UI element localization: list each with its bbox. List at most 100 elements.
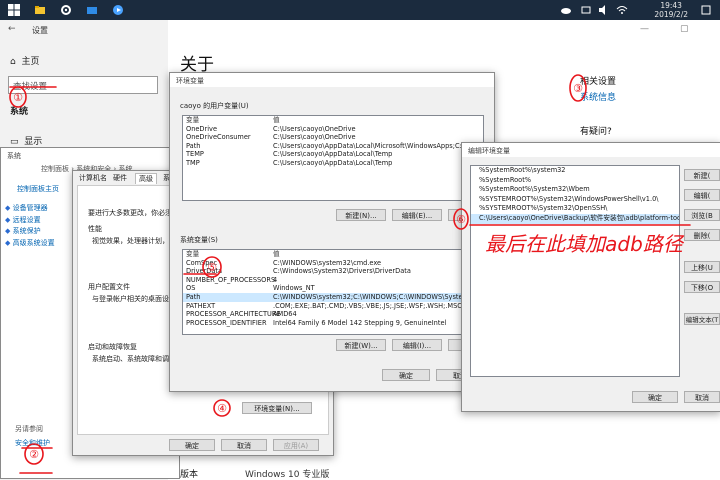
list-item[interactable]: %SYSTEMROOT%\System32\WindowsPowerShell\… bbox=[471, 195, 679, 205]
list-item[interactable]: %SYSTEMROOT%\System32\OpenSSH\ bbox=[471, 204, 679, 214]
table-row[interactable]: PATHEXT .COM;.EXE;.BAT;.CMD;.VBS;.VBE;.JS… bbox=[183, 302, 483, 311]
tab-advanced[interactable]: 高级 bbox=[135, 173, 157, 184]
network-icon[interactable] bbox=[580, 4, 592, 16]
profile-title: 用户配置文件 bbox=[88, 283, 130, 291]
edit-delete-button[interactable]: 删除( bbox=[684, 229, 720, 241]
table-row[interactable]: OS Windows_NT bbox=[183, 284, 483, 293]
env-ok-button[interactable]: 确定 bbox=[382, 369, 430, 381]
edit-new-button[interactable]: 新建( bbox=[684, 169, 720, 181]
clock[interactable]: 19:43 2019/2/2 bbox=[654, 1, 688, 19]
minimize-button[interactable]: — bbox=[640, 24, 649, 34]
table-row[interactable]: NUMBER_OF_PROCESSORS 4 bbox=[183, 276, 483, 285]
environment-variables-dialog: 环境变量 caoyo 的用户变量(U) 变量值 OneDrive C:\Users… bbox=[169, 72, 495, 392]
volume-icon[interactable] bbox=[598, 4, 610, 16]
table-row[interactable]: DriverData C:\Windows\System32\Drivers\Dr… bbox=[183, 267, 483, 276]
edit-edit-button[interactable]: 编辑( bbox=[684, 189, 720, 201]
system-links: ◆ 设备管理器 ◆ 远程设置 ◆ 系统保护 ◆ 高级系统设置 bbox=[5, 203, 55, 249]
system-new-button[interactable]: 新建(W)... bbox=[336, 339, 386, 351]
path-entries-list[interactable]: %SystemRoot%\system32 %SystemRoot% %Syst… bbox=[470, 165, 680, 377]
link-label: 设备管理器 bbox=[12, 204, 48, 212]
edition-label: 版本 bbox=[180, 470, 199, 480]
table-row[interactable]: TEMP C:\Users\caoyo\AppData\Local\Temp bbox=[183, 150, 483, 159]
sidebar-item-display[interactable]: ▭ 显示 bbox=[10, 134, 42, 147]
system-variables-list[interactable]: 变量 值 ComSpec C:\WINDOWS\system32\cmd.exe D… bbox=[182, 249, 484, 335]
monitor-icon: ▭ bbox=[10, 137, 19, 147]
list-item[interactable]: %SystemRoot%\system32 bbox=[471, 166, 679, 176]
move-down-button[interactable]: 下移(O bbox=[684, 281, 720, 293]
control-panel-home-link[interactable]: 控制面板主页 bbox=[17, 184, 59, 194]
table-row[interactable]: ComSpec C:\WINDOWS\system32\cmd.exe bbox=[183, 259, 483, 268]
settings-home[interactable]: ⌂ 主页 bbox=[10, 54, 39, 67]
link-label: 系统保护 bbox=[12, 227, 41, 235]
tab-hardware[interactable]: 硬件 bbox=[113, 173, 127, 183]
var-value: AMD64 bbox=[273, 310, 297, 319]
var-name: TMP bbox=[186, 158, 200, 167]
cloud-icon[interactable] bbox=[560, 4, 572, 16]
var-value: C:\WINDOWS\system32\cmd.exe bbox=[273, 258, 382, 267]
system-protection-link[interactable]: ◆ 系统保护 bbox=[5, 226, 55, 238]
home-label: 主页 bbox=[21, 57, 40, 67]
system-window-title: 系统 bbox=[7, 152, 21, 160]
tab-computer-name[interactable]: 计算机名 bbox=[79, 173, 107, 183]
ok-button[interactable]: 确定 bbox=[169, 439, 215, 451]
taskbar: 19:43 2019/2/2 bbox=[0, 0, 720, 20]
move-up-button[interactable]: 上移(U bbox=[684, 261, 720, 273]
var-value: C:\Users\caoyo\AppData\Local\Temp bbox=[273, 150, 393, 159]
system-edit-button[interactable]: 编辑(I)... bbox=[392, 339, 442, 351]
table-row[interactable]: OneDrive C:\Users\caoyo\OneDrive bbox=[183, 125, 483, 134]
shield-icon: ◆ bbox=[5, 204, 11, 212]
clock-time: 19:43 bbox=[660, 1, 682, 10]
back-arrow-icon[interactable]: ← bbox=[8, 24, 16, 34]
edit-ok-button[interactable]: 确定 bbox=[632, 391, 678, 403]
category-label: 系统 bbox=[10, 107, 29, 117]
var-value: C:\Users\caoyo\OneDrive bbox=[273, 124, 356, 133]
search-input[interactable]: 查找设置 bbox=[8, 76, 158, 94]
table-row[interactable]: OneDriveConsumer C:\Users\caoyo\OneDrive bbox=[183, 133, 483, 142]
remote-settings-link[interactable]: ◆ 远程设置 bbox=[5, 215, 55, 227]
startup-title: 启动和故障恢复 bbox=[88, 343, 137, 351]
wifi-icon[interactable] bbox=[616, 4, 628, 16]
var-name: PATHEXT bbox=[186, 301, 216, 310]
mail-icon[interactable] bbox=[86, 4, 98, 16]
col-value: 值 bbox=[273, 116, 280, 124]
col-variable: 变量 bbox=[186, 116, 200, 124]
var-value: Windows_NT bbox=[273, 284, 315, 293]
user-new-button[interactable]: 新建(N)... bbox=[336, 209, 386, 221]
advanced-system-settings-link[interactable]: ◆ 高级系统设置 bbox=[5, 238, 55, 250]
col-variable: 变量 bbox=[186, 250, 200, 258]
file-explorer-icon[interactable] bbox=[34, 4, 46, 16]
user-edit-button[interactable]: 编辑(E)... bbox=[392, 209, 442, 221]
security-maintenance-link[interactable]: 安全和维护 bbox=[15, 438, 50, 448]
edition-value: Windows 10 专业版 bbox=[245, 470, 330, 480]
user-variables-list[interactable]: 变量 值 OneDrive C:\Users\caoyo\OneDrive OneD… bbox=[182, 115, 484, 201]
gear-icon[interactable] bbox=[60, 4, 72, 16]
maximize-button[interactable]: ▢ bbox=[680, 24, 689, 34]
table-row[interactable]: PROCESSOR_IDENTIFIER Intel64 Family 6 Mod… bbox=[183, 319, 483, 328]
apply-button[interactable]: 应用(A) bbox=[273, 439, 319, 451]
table-row[interactable]: Path C:\Users\caoyo\AppData\Local\Microso… bbox=[183, 142, 483, 151]
link-label: 高级系统设置 bbox=[12, 238, 55, 247]
environment-variables-button[interactable]: 环境变量(N)... bbox=[242, 402, 312, 414]
edit-browse-button[interactable]: 浏览(B bbox=[684, 209, 720, 221]
list-item[interactable]: %SystemRoot% bbox=[471, 176, 679, 186]
var-value: Intel64 Family 6 Model 142 Stepping 9, G… bbox=[273, 318, 447, 327]
table-row[interactable]: TMP C:\Users\caoyo\AppData\Local\Temp bbox=[183, 159, 483, 168]
user-variables-label: caoyo 的用户变量(U) bbox=[180, 102, 249, 110]
table-row[interactable]: PROCESSOR_ARCHITECTURE AMD64 bbox=[183, 310, 483, 319]
edit-cancel-button[interactable]: 取消 bbox=[684, 391, 720, 403]
table-row-selected[interactable]: Path C:\WINDOWS\system32;C:\WINDOWS;C:\WI… bbox=[183, 292, 483, 302]
media-player-icon[interactable] bbox=[112, 4, 124, 16]
performance-title: 性能 bbox=[88, 225, 102, 233]
clock-date: 2019/2/2 bbox=[654, 10, 688, 19]
edit-text-button[interactable]: 编辑文本(T bbox=[684, 313, 720, 325]
notification-icon[interactable] bbox=[700, 4, 712, 16]
list-item[interactable]: %SystemRoot%\System32\Wbem bbox=[471, 185, 679, 195]
list-item-adb-path[interactable]: C:\Users\caoyo\OneDrive\Backup\软件安装包\adb… bbox=[471, 213, 679, 224]
var-name: PROCESSOR_ARCHITECTURE bbox=[186, 310, 281, 319]
cancel-button[interactable]: 取消 bbox=[221, 439, 267, 451]
var-name: TEMP bbox=[186, 150, 204, 159]
system-info-link[interactable]: 系统信息 bbox=[580, 90, 616, 103]
device-manager-link[interactable]: ◆ 设备管理器 bbox=[5, 203, 55, 215]
windows-start-icon[interactable] bbox=[8, 4, 20, 16]
var-name: OneDrive bbox=[186, 124, 218, 133]
